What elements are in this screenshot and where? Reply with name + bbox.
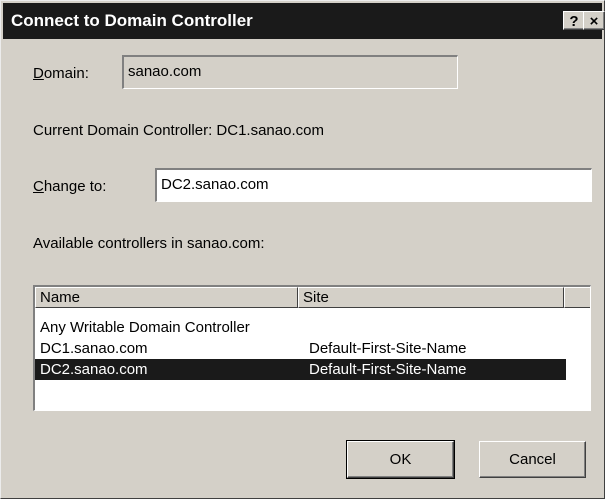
connect-dialog: Connect to Domain Controller ? × Domain:…	[0, 0, 605, 499]
row-name: DC2.sanao.com	[40, 361, 148, 378]
change-to-input[interactable]: DC2.sanao.com	[155, 168, 592, 202]
column-header-site[interactable]: Site	[298, 287, 564, 308]
help-button[interactable]: ?	[563, 11, 585, 30]
ok-button[interactable]: OK	[346, 440, 455, 479]
change-to-label: Change to:	[33, 178, 107, 195]
controllers-list[interactable]: Name Site Any Writable Domain Controller…	[33, 285, 591, 411]
list-header: Name Site	[35, 287, 590, 308]
row-site: Default-First-Site-Name	[309, 340, 467, 357]
list-rows: Any Writable Domain Controller DC1.sanao…	[35, 317, 590, 380]
row-site: Default-First-Site-Name	[309, 361, 467, 378]
column-header-filler	[564, 287, 590, 308]
available-controllers-label: Available controllers in sanao.com:	[33, 235, 265, 252]
domain-label: Domain:	[33, 65, 89, 82]
list-row-any-writable[interactable]: Any Writable Domain Controller	[35, 317, 566, 338]
close-button[interactable]: ×	[583, 11, 605, 30]
domain-field: sanao.com	[122, 55, 458, 89]
current-dc-text: Current Domain Controller: DC1.sanao.com	[33, 122, 324, 139]
column-header-name[interactable]: Name	[35, 287, 298, 308]
list-row-dc1[interactable]: DC1.sanao.com Default-First-Site-Name	[35, 338, 566, 359]
cancel-button[interactable]: Cancel	[479, 441, 586, 478]
row-name: Any Writable Domain Controller	[40, 319, 250, 336]
title-bar[interactable]: Connect to Domain Controller ? ×	[3, 3, 605, 39]
row-name: DC1.sanao.com	[40, 340, 148, 357]
window-title: Connect to Domain Controller	[11, 11, 253, 30]
list-row-dc2-selected[interactable]: DC2.sanao.com Default-First-Site-Name	[35, 359, 566, 380]
